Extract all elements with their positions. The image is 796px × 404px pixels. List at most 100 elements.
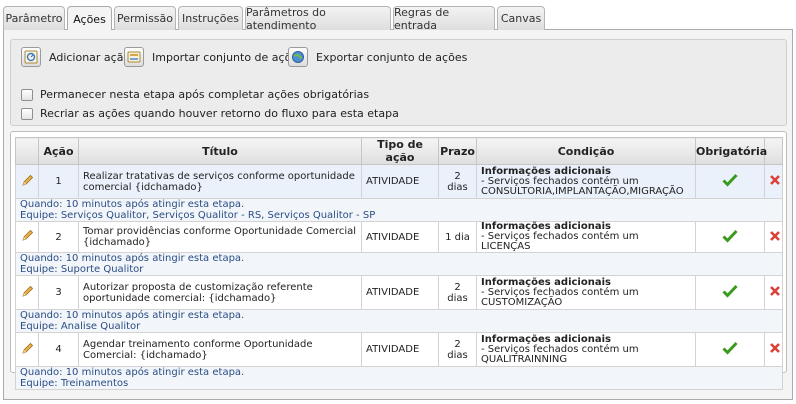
recreate-checkbox[interactable] <box>21 107 33 120</box>
tab-permissao[interactable]: Permissão <box>114 6 176 30</box>
checkmark-icon <box>722 284 738 301</box>
header-acao: Ação <box>38 137 79 165</box>
details-cell: Quando: 10 minutos após atingir esta eta… <box>15 252 783 276</box>
details-cell: Quando: 10 minutos após atingir esta eta… <box>15 198 783 222</box>
delete-x-icon[interactable] <box>769 285 781 300</box>
add-action-button[interactable]: Adicionar ação <box>21 47 130 67</box>
titulo-cell: Agendar treinamento conforme Oportunidad… <box>78 332 362 367</box>
export-actions-label: Exportar conjunto de ações <box>316 50 468 64</box>
export-globe-icon <box>288 47 308 67</box>
checkmark-icon <box>722 229 738 246</box>
tab-acoes[interactable]: Ações <box>67 6 112 31</box>
titulo-cell: Autorizar proposta de customização refer… <box>78 275 362 310</box>
condicao-cell: Informações adicionais - Serviços fechado… <box>476 221 696 253</box>
delete-x-icon[interactable] <box>769 342 781 357</box>
stay-option: Permanecer nesta etapa após completar aç… <box>21 88 369 101</box>
edit-cell[interactable] <box>15 221 39 253</box>
table-header-row: Ação Título Tipo de ação Prazo Condição … <box>15 137 783 165</box>
table-row[interactable]: 3 Autorizar proposta de customização ref… <box>15 275 783 310</box>
details-cell: Quando: 10 minutos após atingir esta eta… <box>15 366 783 390</box>
actions-table-box: Ação Título Tipo de ação Prazo Condição … <box>10 131 787 390</box>
actions-panel: Adicionar ação Importar conjunto de açõe… <box>3 30 793 400</box>
quando-text: Quando: 10 minutos após atingir esta eta… <box>20 199 245 210</box>
delete-cell[interactable] <box>764 221 783 253</box>
quando-text: Quando: 10 minutos após atingir esta eta… <box>20 367 245 378</box>
delete-x-icon[interactable] <box>769 230 781 245</box>
quando-text: Quando: 10 minutos após atingir esta eta… <box>20 253 245 264</box>
stay-checkbox[interactable] <box>21 88 33 101</box>
prazo-cell: 2 dias <box>438 332 477 367</box>
acao-number: 3 <box>38 275 79 310</box>
prazo-cell: 2 dias <box>438 275 477 310</box>
table-row-details: Quando: 10 minutos após atingir esta eta… <box>15 366 783 390</box>
condicao-cell: Informações adicionais - Serviços fechado… <box>476 275 696 310</box>
delete-cell[interactable] <box>764 275 783 310</box>
header-tipo: Tipo de ação <box>361 137 439 165</box>
add-action-label: Adicionar ação <box>49 50 131 64</box>
tipo-cell: ATIVIDADE <box>361 221 439 253</box>
import-actions-label: Importar conjunto de ações <box>152 50 304 64</box>
prazo-cell: 1 dia <box>438 221 477 253</box>
condicao-cell: Informações adicionais - Serviços fechado… <box>476 164 696 199</box>
acao-number: 1 <box>38 164 79 199</box>
obrigatoria-cell <box>695 221 765 253</box>
tab-parametro[interactable]: Parâmetro <box>3 6 65 30</box>
obrigatoria-cell <box>695 164 765 199</box>
delete-x-icon[interactable] <box>769 174 781 189</box>
table-row[interactable]: 1 Realizar tratativas de serviços confor… <box>15 164 783 199</box>
equipe-text: Equipe: Treinamentos <box>20 378 129 389</box>
header-titulo: Título <box>78 137 362 165</box>
table-row-details: Quando: 10 minutos após atingir esta eta… <box>15 198 783 222</box>
tab-bar: Parâmetro Ações Permissão Instruções Par… <box>3 6 793 32</box>
table-row[interactable]: 2 Tomar providências conforme Oportunida… <box>15 221 783 253</box>
condicao-text: - Serviços fechados contém um CONSULTORI… <box>481 175 684 197</box>
pencil-icon[interactable] <box>21 174 34 190</box>
tipo-cell: ATIVIDADE <box>361 332 439 367</box>
quando-text: Quando: 10 minutos após atingir esta eta… <box>20 310 245 321</box>
recreate-option-label: Recriar as ações quando houver retorno d… <box>40 107 399 120</box>
details-cell: Quando: 10 minutos após atingir esta eta… <box>15 309 783 333</box>
equipe-text: Equipe: Analise Qualitor <box>20 321 141 332</box>
tipo-cell: ATIVIDADE <box>361 164 439 199</box>
equipe-text: Equipe: Suporte Qualitor <box>20 264 144 275</box>
tab-canvas[interactable]: Canvas <box>497 6 545 30</box>
table-row-details: Quando: 10 minutos após atingir esta eta… <box>15 309 783 333</box>
table-row[interactable]: 4 Agendar treinamento conforme Oportunid… <box>15 332 783 367</box>
add-action-icon <box>21 47 41 67</box>
import-icon <box>124 47 144 67</box>
condicao-text: - Serviços fechados contém um LICENÇAS <box>481 231 639 252</box>
pencil-icon[interactable] <box>21 229 34 245</box>
prazo-cell: 2 dias <box>438 164 477 199</box>
equipe-text: Equipe: Serviços Qualitor, Serviços Qual… <box>20 210 376 221</box>
checkmark-icon <box>722 341 738 358</box>
recreate-option: Recriar as ações quando houver retorno d… <box>21 107 399 120</box>
obrigatoria-cell <box>695 332 765 367</box>
obrigatoria-cell <box>695 275 765 310</box>
condicao-cell: Informações adicionais - Serviços fechado… <box>476 332 696 367</box>
header-delete <box>764 137 783 165</box>
pencil-icon[interactable] <box>21 342 34 358</box>
condicao-text: - Serviços fechados contém um QUALITRAIN… <box>481 343 639 365</box>
edit-cell[interactable] <box>15 332 39 367</box>
tipo-cell: ATIVIDADE <box>361 275 439 310</box>
header-obrigatoria: Obrigatória <box>695 137 767 165</box>
tab-parametros-atendimento[interactable]: Parâmetros do atendimento <box>245 6 391 32</box>
header-condicao: Condição <box>476 137 696 165</box>
delete-cell[interactable] <box>764 332 783 367</box>
pencil-icon[interactable] <box>21 285 34 301</box>
import-actions-button[interactable]: Importar conjunto de ações <box>124 47 304 67</box>
tab-regras-entrada[interactable]: Regras de entrada <box>393 6 495 32</box>
acao-number: 2 <box>38 221 79 253</box>
stay-option-label: Permanecer nesta etapa após completar aç… <box>40 88 370 101</box>
export-actions-button[interactable]: Exportar conjunto de ações <box>288 47 467 67</box>
edit-cell[interactable] <box>15 164 39 199</box>
delete-cell[interactable] <box>764 164 783 199</box>
titulo-cell: Tomar providências conforme Oportunidade… <box>78 221 362 253</box>
actions-table: Ação Título Tipo de ação Prazo Condição … <box>15 137 783 390</box>
edit-cell[interactable] <box>15 275 39 310</box>
header-prazo: Prazo <box>438 137 477 165</box>
actions-toolbar-box: Adicionar ação Importar conjunto de açõe… <box>10 39 787 126</box>
tab-instrucoes[interactable]: Instruções <box>178 6 243 30</box>
acao-number: 4 <box>38 332 79 367</box>
condicao-text: - Serviços fechados contém um CUSTOMIZAÇ… <box>481 286 639 308</box>
